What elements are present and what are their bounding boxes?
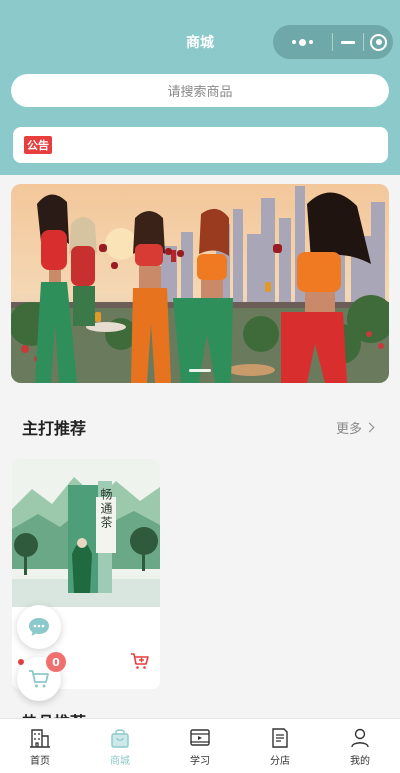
product-card[interactable]: 畅通茶 [12,459,160,689]
user-icon [351,728,369,748]
tab-label: 学习 [190,756,210,767]
more-label: 更多 [336,422,363,437]
close-button[interactable] [364,25,393,59]
minimize-icon [341,40,355,44]
search-input[interactable]: 请搜索商品 [11,74,389,107]
tab-branch[interactable]: 分店 [240,719,320,773]
tab-label: 我的 [350,756,370,767]
chat-bubble-icon [29,618,49,636]
tab-mall[interactable]: 商城 [80,719,160,773]
tab-learn[interactable]: 学习 [160,719,240,773]
search-placeholder: 请搜索商品 [167,85,233,100]
video-player-icon [190,729,210,746]
tab-label: 分店 [270,756,290,767]
tab-label: 商城 [110,756,130,767]
promo-banner[interactable] [11,184,389,383]
bottom-tab-bar: 首页 商城 学习 分店 我的 [0,718,400,773]
add-to-cart-button[interactable] [130,652,150,674]
product-image: 畅通茶 [12,459,160,607]
notice-bar[interactable]: 公告 [13,127,388,163]
shopping-bag-icon [111,729,129,748]
cart-add-icon [131,653,149,669]
banner-image [11,184,389,383]
cart-icon [29,670,49,688]
more-dots-icon [292,38,313,46]
building-icon [30,729,50,748]
tab-label: 首页 [30,756,50,767]
tab-home[interactable]: 首页 [0,719,80,773]
section-title: 主打推荐 [22,419,87,438]
notice-tag: 公告 [24,136,52,154]
banner-indicator [189,369,211,372]
mini-program-capsule [273,25,393,59]
peek-section-title: 热品推荐 [22,709,86,718]
close-target-icon [370,33,387,51]
document-icon [272,728,288,748]
product-label: 畅通茶 [99,488,113,530]
chevron-right-icon [364,422,375,433]
minimize-button[interactable] [333,25,363,59]
customer-service-button[interactable] [17,605,61,649]
cart-badge: 0 [46,652,66,672]
more-menu-button[interactable] [273,25,332,59]
tab-mine[interactable]: 我的 [320,719,400,773]
more-link[interactable]: 更多 [336,418,375,437]
